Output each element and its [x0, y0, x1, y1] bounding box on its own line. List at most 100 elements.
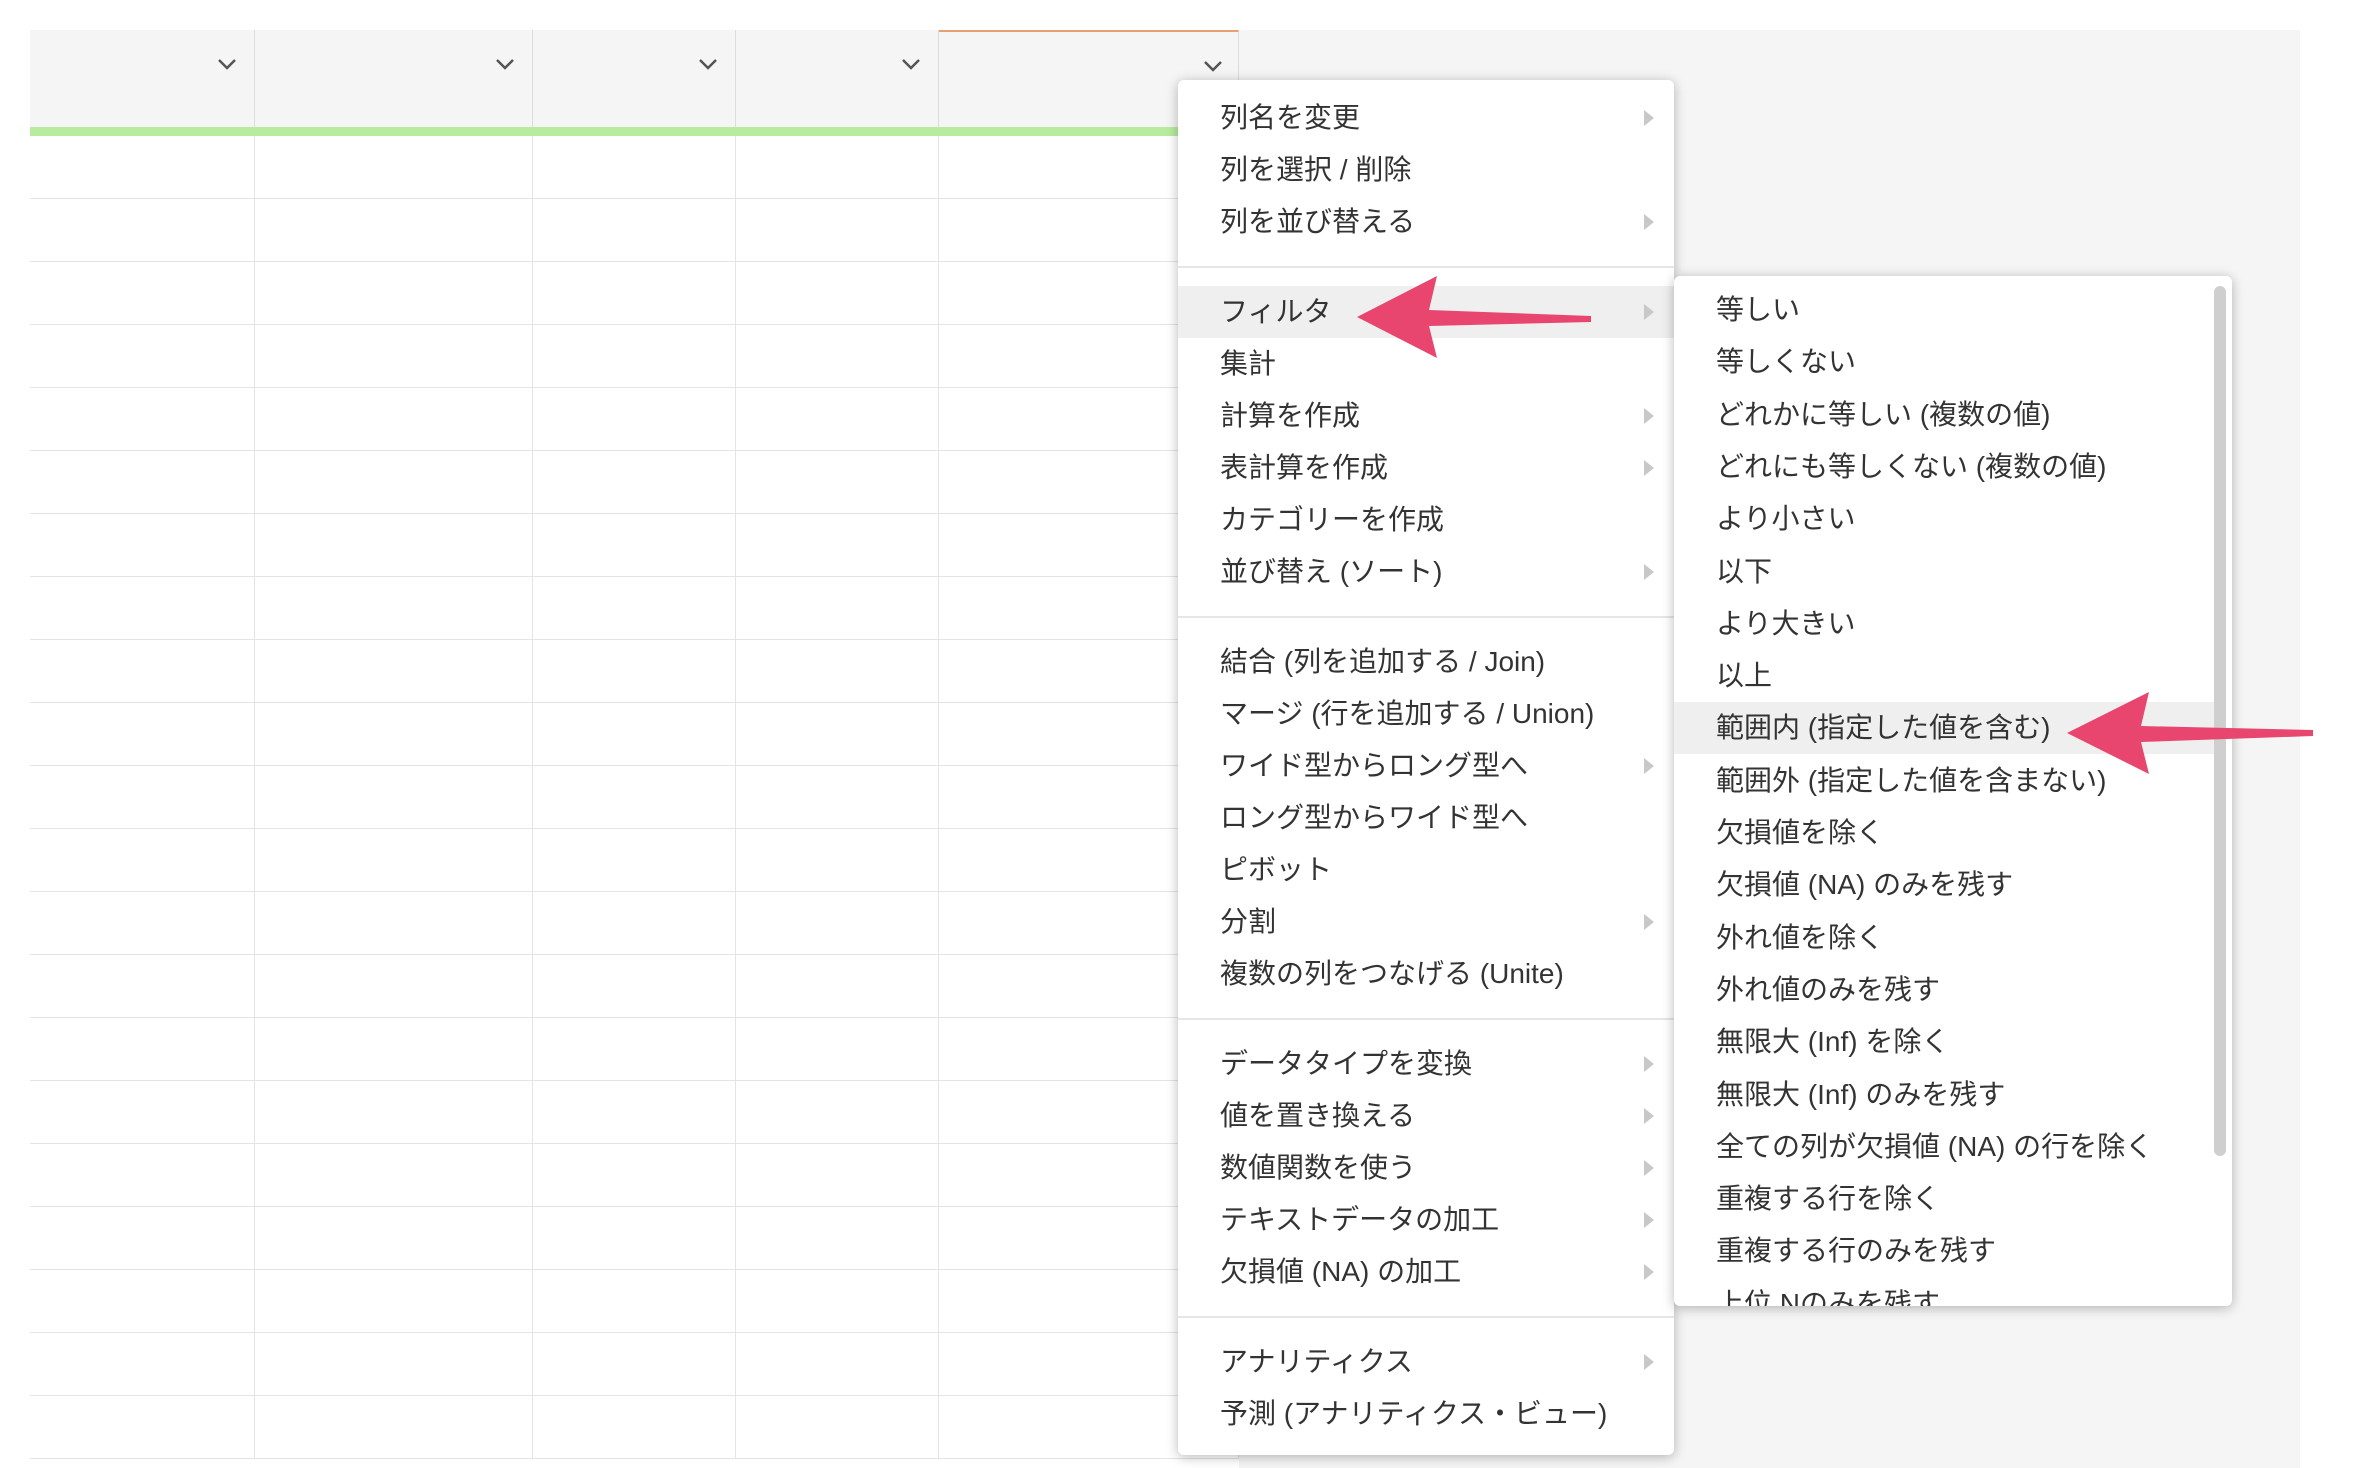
- table-row[interactable]: [30, 892, 1239, 955]
- menu-item[interactable]: 表計算を作成: [1178, 442, 1674, 494]
- filter-option[interactable]: 上位 Nのみを残す: [1674, 1278, 2214, 1306]
- menu-item[interactable]: データタイプを変換: [1178, 1038, 1674, 1090]
- filter-option[interactable]: 外れ値を除く: [1674, 912, 2214, 964]
- filter-option[interactable]: 重複する行のみを残す: [1674, 1225, 2214, 1277]
- table-row[interactable]: [30, 955, 1239, 1018]
- table-cell: [30, 1207, 255, 1269]
- table-row[interactable]: [30, 199, 1239, 262]
- column-type-spacer: [758, 84, 765, 112]
- menu-item[interactable]: ワイド型からロング型へ: [1178, 740, 1674, 792]
- table-cell: [30, 577, 255, 639]
- filter-option[interactable]: 欠損値を除く: [1674, 807, 2214, 859]
- table-cell: [30, 262, 255, 324]
- table-cell: [30, 1270, 255, 1332]
- menu-item[interactable]: 複数の列をつなげる (Unite): [1178, 948, 1674, 1000]
- menu-item[interactable]: 列名を変更: [1178, 92, 1674, 144]
- table-row[interactable]: [30, 640, 1239, 703]
- table-row[interactable]: [30, 451, 1239, 514]
- filter-option[interactable]: 全ての列が欠損値 (NA) の行を除く: [1674, 1121, 2214, 1173]
- menu-item-label: 値を置き換える: [1220, 1100, 1416, 1131]
- table-row[interactable]: [30, 325, 1239, 388]
- submenu-arrow-icon: [1644, 304, 1654, 320]
- table-cell: [533, 136, 736, 198]
- filter-option[interactable]: 等しくない: [1674, 336, 2214, 388]
- chevron-down-icon[interactable]: [696, 52, 720, 76]
- filter-option[interactable]: 等しい: [1674, 284, 2214, 336]
- filter-option[interactable]: 無限大 (Inf) を除く: [1674, 1016, 2214, 1068]
- column-header-4[interactable]: [736, 30, 939, 127]
- menu-item[interactable]: 分割: [1178, 896, 1674, 948]
- column-header-1[interactable]: [30, 30, 255, 127]
- table-cell: [255, 136, 533, 198]
- chevron-down-icon[interactable]: [1201, 54, 1225, 78]
- menu-item-label: マージ (行を追加する / Union): [1220, 698, 1595, 729]
- table-row[interactable]: [30, 1144, 1239, 1207]
- table-row[interactable]: [30, 262, 1239, 325]
- chevron-down-icon[interactable]: [899, 52, 923, 76]
- column-type-spacer: [555, 84, 562, 112]
- table-row[interactable]: [30, 703, 1239, 766]
- chevron-down-icon[interactable]: [215, 52, 239, 76]
- menu-item[interactable]: 列を選択 / 削除: [1178, 144, 1674, 196]
- table-cell: [533, 1018, 736, 1080]
- table-row[interactable]: [30, 136, 1239, 199]
- menu-item[interactable]: 数値関数を使う: [1178, 1142, 1674, 1194]
- table-row[interactable]: [30, 1207, 1239, 1270]
- submenu-arrow-icon: [1644, 214, 1654, 230]
- column-header-3[interactable]: [533, 30, 736, 127]
- filter-option[interactable]: より大きい: [1674, 598, 2214, 650]
- table-cell: [533, 325, 736, 387]
- menu-item[interactable]: 値を置き換える: [1178, 1090, 1674, 1142]
- table-row[interactable]: [30, 388, 1239, 451]
- filter-option[interactable]: 以下: [1674, 546, 2214, 598]
- table-cell: [255, 451, 533, 513]
- menu-item[interactable]: ロング型からワイド型へ: [1178, 792, 1674, 844]
- table-row[interactable]: [30, 766, 1239, 829]
- table-cell: [736, 640, 939, 702]
- table-row[interactable]: [30, 1081, 1239, 1144]
- table-cell: [30, 325, 255, 387]
- table-row[interactable]: [30, 1333, 1239, 1396]
- table-row[interactable]: [30, 829, 1239, 892]
- filter-option[interactable]: より小さい: [1674, 493, 2214, 545]
- menu-item[interactable]: アナリティクス: [1178, 1336, 1674, 1388]
- table-row[interactable]: [30, 1270, 1239, 1333]
- column-header-2[interactable]: [255, 30, 533, 127]
- menu-separator: [1178, 616, 1674, 618]
- menu-separator: [1178, 1316, 1674, 1318]
- table-row[interactable]: [30, 1018, 1239, 1081]
- menu-item[interactable]: 列を並び替える: [1178, 196, 1674, 248]
- filter-option[interactable]: 重複する行を除く: [1674, 1173, 2214, 1225]
- submenu-arrow-icon: [1644, 1264, 1654, 1280]
- chevron-down-icon[interactable]: [493, 52, 517, 76]
- table-cell: [533, 1333, 736, 1395]
- menu-item[interactable]: ピボット: [1178, 844, 1674, 896]
- table-cell: [30, 1396, 255, 1458]
- menu-item[interactable]: マージ (行を追加する / Union): [1178, 688, 1674, 740]
- filter-option[interactable]: 外れ値のみを残す: [1674, 964, 2214, 1016]
- column-type-spacer: [52, 84, 59, 112]
- table-row[interactable]: [30, 1396, 1239, 1459]
- filter-option[interactable]: 無限大 (Inf) のみを残す: [1674, 1069, 2214, 1121]
- filter-option[interactable]: どれかに等しい (複数の値): [1674, 389, 2214, 441]
- filter-option[interactable]: 欠損値 (NA) のみを残す: [1674, 859, 2214, 911]
- filter-option[interactable]: どれにも等しくない (複数の値): [1674, 441, 2214, 493]
- submenu-arrow-icon: [1644, 408, 1654, 424]
- table-cell: [736, 199, 939, 261]
- menu-item-label: ワイド型からロング型へ: [1220, 750, 1529, 781]
- menu-item[interactable]: カテゴリーを作成: [1178, 494, 1674, 546]
- menu-item-label: 欠損値 (NA) の加工: [1220, 1256, 1462, 1287]
- table-cell: [533, 199, 736, 261]
- table-row[interactable]: [30, 514, 1239, 577]
- table-cell: [255, 766, 533, 828]
- menu-item[interactable]: 欠損値 (NA) の加工: [1178, 1246, 1674, 1298]
- menu-item[interactable]: 予測 (アナリティクス・ビュー): [1178, 1388, 1674, 1440]
- menu-item[interactable]: 並び替え (ソート): [1178, 546, 1674, 598]
- menu-item[interactable]: テキストデータの加工: [1178, 1194, 1674, 1246]
- table-row[interactable]: [30, 577, 1239, 640]
- submenu-arrow-icon: [1644, 1354, 1654, 1370]
- menu-item[interactable]: 計算を作成: [1178, 390, 1674, 442]
- table-cell: [30, 136, 255, 198]
- table-cell: [255, 1018, 533, 1080]
- menu-item[interactable]: 結合 (列を追加する / Join): [1178, 636, 1674, 688]
